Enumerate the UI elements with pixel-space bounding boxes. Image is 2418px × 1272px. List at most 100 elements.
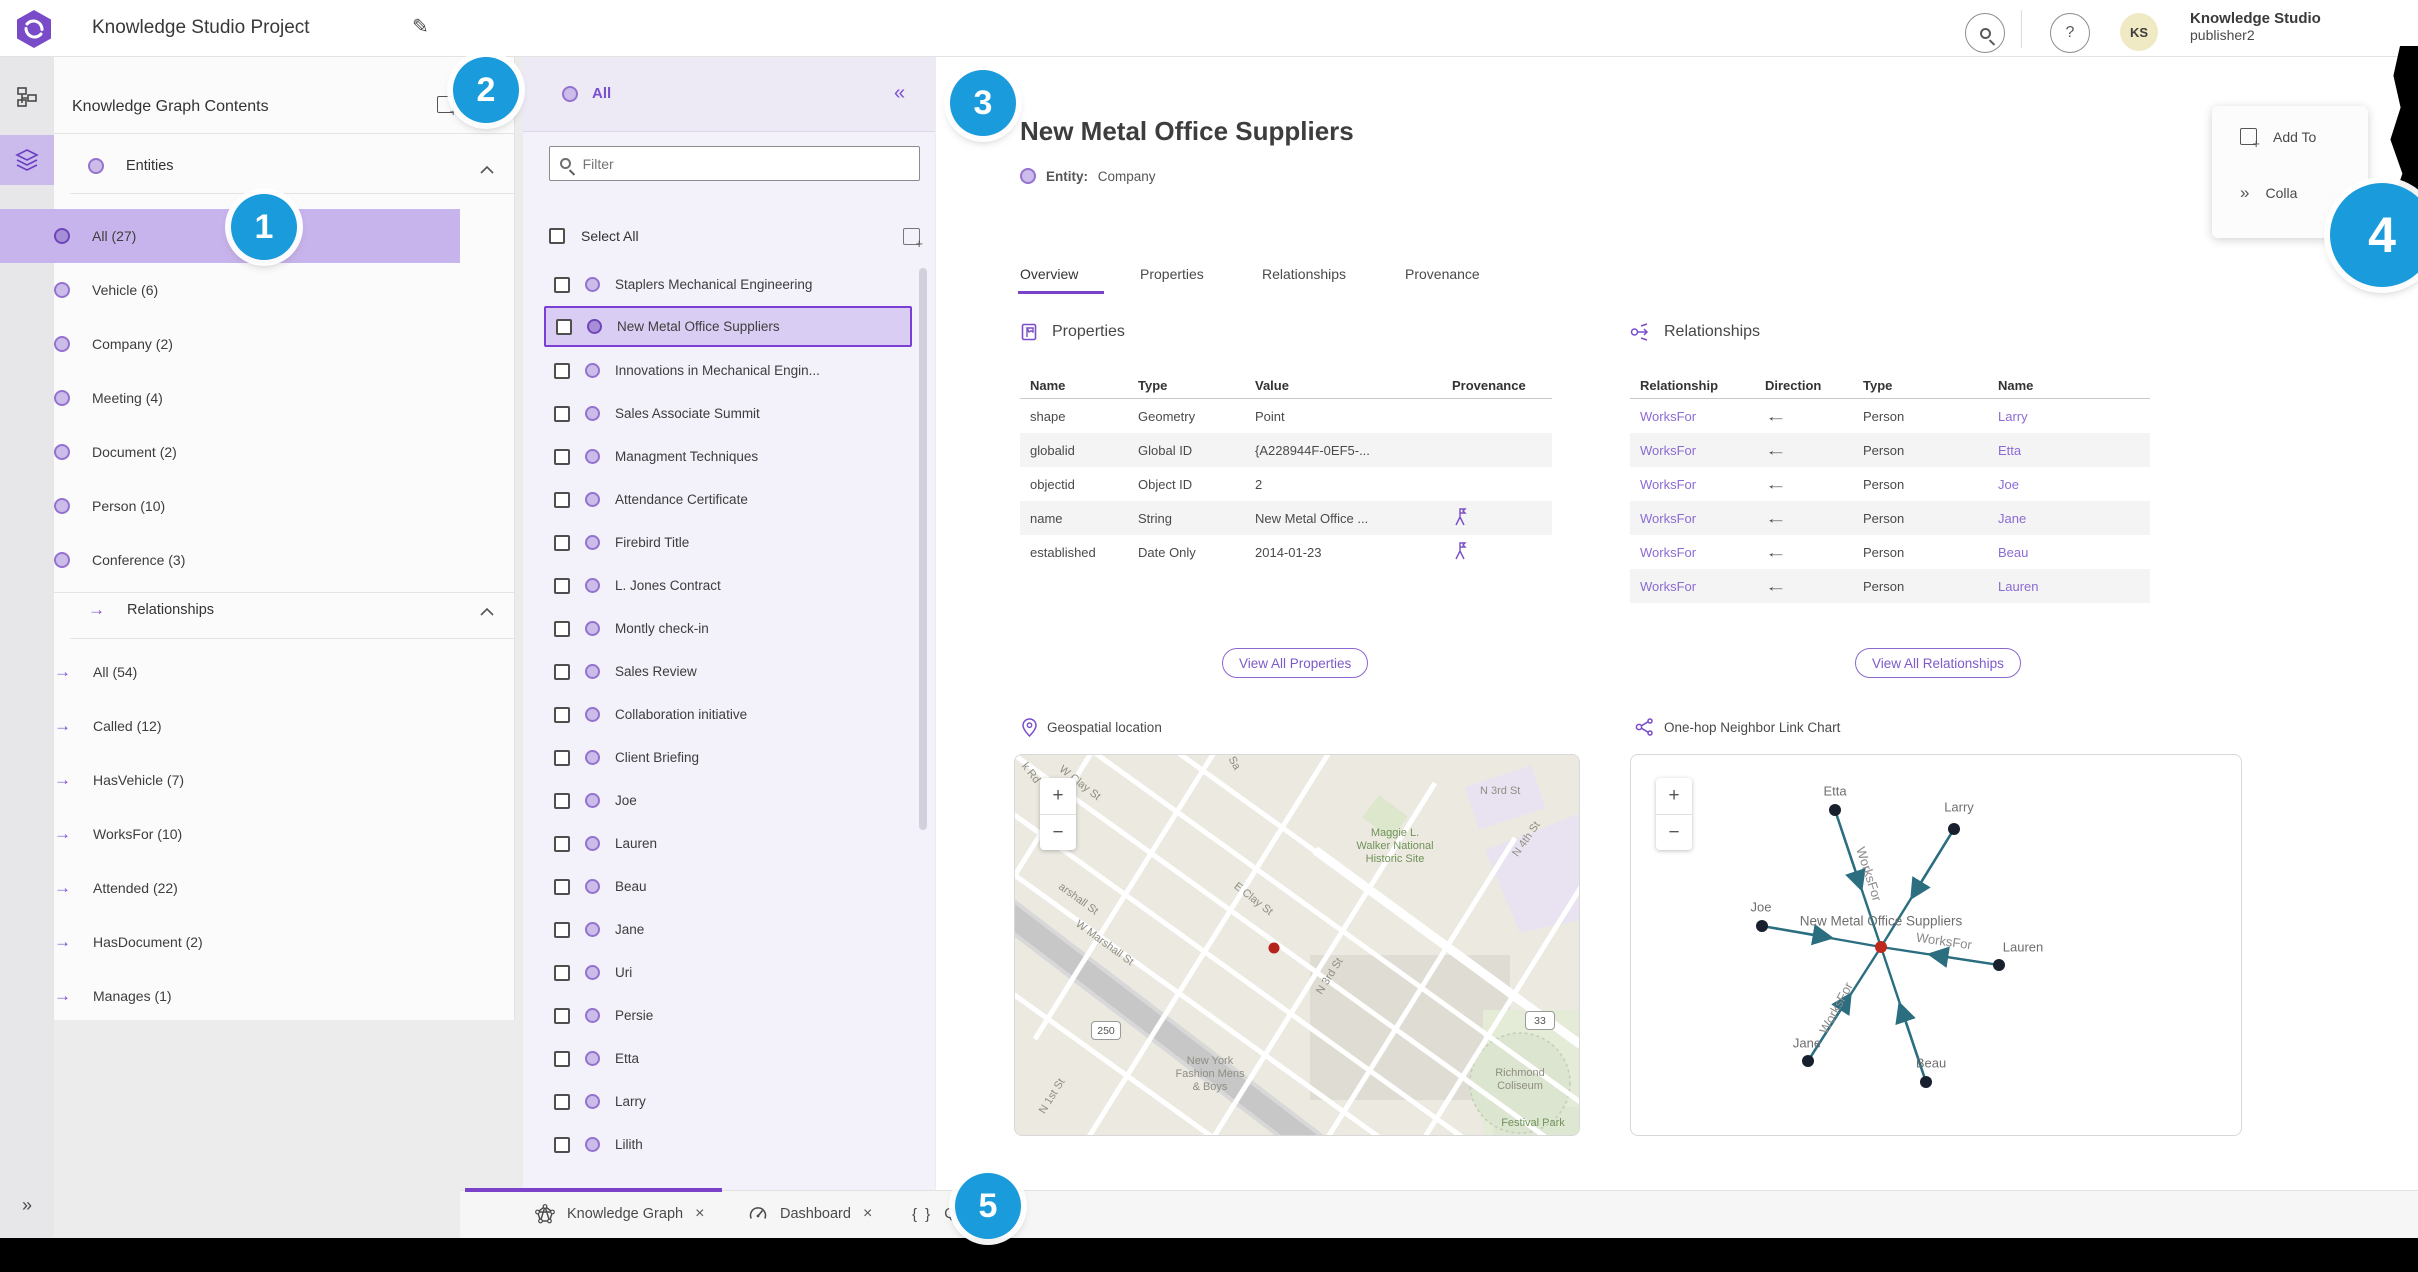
relationship-link[interactable]: WorksFor: [1630, 545, 1765, 560]
item-checkbox[interactable]: [554, 362, 570, 379]
item-checkbox[interactable]: [554, 405, 570, 422]
link-chart[interactable]: Etta Larry Joe Lauren Jane Beau New Meta…: [1630, 754, 2242, 1136]
select-all-row[interactable]: Select All: [549, 222, 923, 251]
relationship-link[interactable]: WorksFor: [1630, 477, 1765, 492]
item-checkbox[interactable]: [554, 1007, 570, 1024]
sidebar-item-entity-meeting[interactable]: Meeting (4): [0, 371, 460, 425]
view-all-relationships-button[interactable]: View All Relationships: [1855, 648, 2021, 678]
provenance-flag-icon[interactable]: [1452, 541, 1468, 560]
list-panel-filter-chip[interactable]: All: [562, 85, 611, 102]
list-item[interactable]: Staplers Mechanical Engineering: [544, 264, 912, 305]
item-checkbox[interactable]: [554, 663, 570, 680]
collapse-left-icon[interactable]: «: [894, 82, 905, 105]
list-scrollbar[interactable]: [919, 268, 927, 830]
entity-link[interactable]: Joe: [1998, 477, 2140, 492]
avatar[interactable]: KS: [2120, 13, 2158, 51]
close-tab-icon[interactable]: ×: [863, 1205, 872, 1223]
item-checkbox[interactable]: [554, 706, 570, 723]
tab-properties[interactable]: Properties: [1140, 266, 1204, 282]
list-item[interactable]: Persie: [544, 995, 912, 1036]
tab-provenance[interactable]: Provenance: [1405, 266, 1480, 282]
list-item[interactable]: Uri: [544, 952, 912, 993]
item-checkbox[interactable]: [554, 792, 570, 809]
tab-relationships[interactable]: Relationships: [1262, 266, 1346, 282]
sidebar-item-entity-company[interactable]: Company (2): [0, 317, 460, 371]
list-item[interactable]: Jane: [544, 909, 912, 950]
list-item[interactable]: Sales Associate Summit: [544, 393, 912, 434]
list-item[interactable]: Collaboration initiative: [544, 694, 912, 735]
zoom-out-button[interactable]: −: [1040, 814, 1076, 850]
entity-link[interactable]: Larry: [1998, 409, 2140, 424]
sidebar-item-rel-called[interactable]: → Called (12): [0, 699, 460, 753]
sidebar-item-rel-attended[interactable]: → Attended (22): [0, 861, 460, 915]
rail-contents-button[interactable]: [0, 135, 54, 185]
list-item[interactable]: L. Jones Contract: [544, 565, 912, 606]
help-button[interactable]: ?: [2050, 13, 2090, 53]
provenance-flag-icon[interactable]: [1452, 507, 1468, 526]
relationship-link[interactable]: WorksFor: [1630, 511, 1765, 526]
sidebar-item-entity-conference[interactable]: Conference (3): [0, 533, 460, 587]
edit-title-icon[interactable]: ✎: [412, 14, 429, 39]
relationships-section-header[interactable]: → Relationships: [88, 600, 214, 620]
sidebar-item-rel-hasvehicle[interactable]: → HasVehicle (7): [0, 753, 460, 807]
list-item[interactable]: Etta: [544, 1038, 912, 1079]
add-to-new-icon[interactable]: [437, 96, 457, 119]
sidebar-item-rel-manages[interactable]: → Manages (1): [0, 969, 460, 1023]
relationship-link[interactable]: WorksFor: [1630, 443, 1765, 458]
rail-link-chart-button[interactable]: [0, 72, 54, 122]
sidebar-item-rel-worksfor[interactable]: → WorksFor (10): [0, 807, 460, 861]
sidebar-item-rel-all[interactable]: → All (54): [0, 645, 460, 699]
list-item[interactable]: Joe: [544, 780, 912, 821]
sidebar-item-entity-document[interactable]: Document (2): [0, 425, 460, 479]
item-checkbox[interactable]: [554, 878, 570, 895]
list-item[interactable]: Beau: [544, 866, 912, 907]
item-checkbox[interactable]: [554, 534, 570, 551]
item-checkbox[interactable]: [554, 921, 570, 938]
sidebar-item-rel-hasdocument[interactable]: → HasDocument (2): [0, 915, 460, 969]
view-all-properties-button[interactable]: View All Properties: [1222, 648, 1369, 678]
search-button[interactable]: [1965, 13, 2005, 53]
item-checkbox[interactable]: [554, 1050, 570, 1067]
map[interactable]: k Rd W Clay St Sa N 3rd St N 4th St Magg…: [1014, 754, 1580, 1136]
chevron-up-icon[interactable]: [480, 165, 494, 174]
entities-section-header[interactable]: Entities: [88, 158, 174, 174]
zoom-in-button[interactable]: +: [1040, 778, 1076, 814]
sidebar-item-entity-vehicle[interactable]: Vehicle (6): [0, 263, 460, 317]
item-checkbox[interactable]: [554, 835, 570, 852]
item-checkbox[interactable]: [554, 620, 570, 637]
list-item[interactable]: Sales Review: [544, 651, 912, 692]
list-item[interactable]: Firebird Title: [544, 522, 912, 563]
zoom-in-button[interactable]: +: [1656, 778, 1692, 814]
relationship-link[interactable]: WorksFor: [1630, 579, 1765, 594]
sidebar-item-entity-person[interactable]: Person (10): [0, 479, 460, 533]
item-checkbox[interactable]: [554, 276, 570, 293]
item-checkbox[interactable]: [554, 577, 570, 594]
close-tab-icon[interactable]: ×: [695, 1205, 704, 1223]
list-item[interactable]: Managment Techniques: [544, 436, 912, 477]
list-item[interactable]: Lilith: [544, 1124, 912, 1165]
item-checkbox[interactable]: [554, 964, 570, 981]
list-item[interactable]: Client Briefing: [544, 737, 912, 778]
add-to-new-icon[interactable]: [903, 227, 923, 251]
item-checkbox[interactable]: [556, 318, 572, 335]
list-item-selected[interactable]: New Metal Office Suppliers: [544, 306, 912, 347]
entity-link[interactable]: Etta: [1998, 443, 2140, 458]
tab-overview[interactable]: Overview: [1020, 266, 1078, 282]
entity-link[interactable]: Beau: [1998, 545, 2140, 560]
list-item[interactable]: Montly check-in: [544, 608, 912, 649]
view-tab-dashboard[interactable]: Dashboard ×: [748, 1190, 872, 1238]
entity-link[interactable]: Jane: [1998, 511, 2140, 526]
item-checkbox[interactable]: [554, 491, 570, 508]
rail-expand-button[interactable]: »: [0, 1180, 54, 1230]
sidebar-item-entity-all[interactable]: All (27): [0, 209, 460, 263]
item-checkbox[interactable]: [554, 448, 570, 465]
select-all-checkbox[interactable]: [549, 228, 565, 244]
menu-item-add-to[interactable]: Add To: [2240, 128, 2368, 151]
entity-link[interactable]: Lauren: [1998, 579, 2140, 594]
chevron-up-icon[interactable]: [480, 607, 494, 616]
list-item[interactable]: Attendance Certificate: [544, 479, 912, 520]
list-item[interactable]: Lauren: [544, 823, 912, 864]
list-item[interactable]: Innovations in Mechanical Engin...: [544, 350, 912, 391]
item-checkbox[interactable]: [554, 1093, 570, 1110]
zoom-out-button[interactable]: −: [1656, 814, 1692, 850]
